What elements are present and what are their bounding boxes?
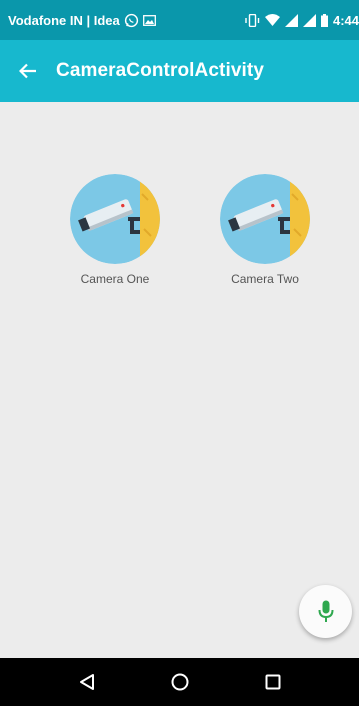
camera-one-label: Camera One — [80, 272, 150, 286]
whatsapp-icon — [124, 13, 139, 28]
camera-one-tile[interactable]: Camera One — [60, 174, 170, 286]
camera-two-tile[interactable]: Camera Two — [210, 174, 320, 286]
home-circle-icon — [171, 673, 189, 691]
camera-two-label: Camera Two — [231, 272, 299, 286]
nav-recents-button[interactable] — [253, 662, 293, 702]
back-button[interactable] — [0, 40, 56, 102]
status-bar: Vodafone IN | Idea 4:44 — [0, 0, 359, 40]
vibrate-icon — [245, 13, 260, 27]
nav-home-button[interactable] — [160, 662, 200, 702]
camera-grid: Camera One Camera Two — [0, 102, 359, 658]
microphone-icon — [318, 600, 334, 624]
signal-icon — [284, 13, 298, 27]
signal-icon — [302, 13, 316, 27]
navigation-bar — [0, 658, 359, 706]
page-title: CameraControlActivity — [56, 60, 264, 81]
security-camera-icon — [70, 174, 160, 264]
app-bar: CameraControlActivity — [0, 40, 359, 102]
image-icon — [142, 14, 156, 26]
arrow-left-icon — [19, 63, 37, 79]
voice-input-button[interactable] — [299, 585, 352, 638]
carrier-name: Vodafone IN | Idea — [8, 12, 120, 28]
nav-back-button[interactable] — [67, 662, 107, 702]
security-camera-icon — [220, 174, 310, 264]
status-time: 4:44 — [332, 12, 359, 28]
recents-square-icon — [265, 674, 281, 690]
wifi-icon — [264, 14, 280, 26]
back-triangle-icon — [78, 673, 96, 691]
battery-icon — [320, 13, 328, 27]
